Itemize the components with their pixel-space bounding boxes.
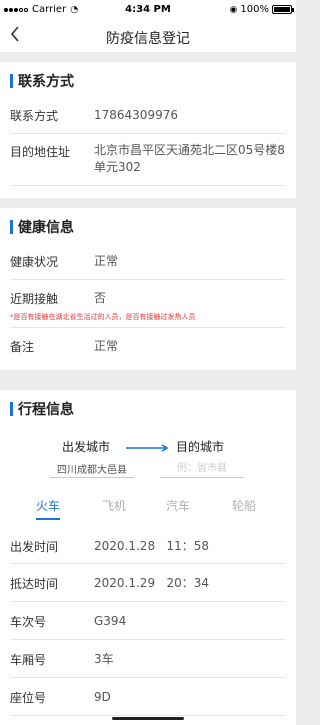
health-status-label: 健康状况: [10, 255, 59, 269]
note-value[interactable]: 正常: [94, 338, 286, 355]
arrive-time-value[interactable]: 2020.1.29 20：34: [94, 575, 286, 592]
recent-contact-row[interactable]: 近期接触 否 *是否有接触在湖北省生活过的人员，是否有接触过发热人员: [10, 280, 286, 328]
section-accent-bar: [10, 402, 13, 416]
recent-contact-value[interactable]: 否: [94, 290, 286, 307]
battery-percent: 100%: [240, 4, 269, 15]
trip-section-title: 行程信息: [18, 402, 74, 418]
seat-number-value[interactable]: 9D: [94, 689, 286, 706]
home-indicator[interactable]: [112, 717, 184, 720]
note-label: 备注: [10, 340, 35, 354]
contact-section-header: 联系方式: [10, 72, 74, 90]
car-number-row[interactable]: 车厢号 3车: [10, 640, 286, 678]
car-number-value[interactable]: 3车: [94, 651, 286, 668]
recent-contact-label: 近期接触: [10, 292, 59, 306]
phone-value[interactable]: 17864309976: [94, 107, 286, 124]
phone-label: 联系方式: [10, 109, 59, 123]
from-city-label: 出发城市: [62, 440, 111, 454]
contact-section: 联系方式 联系方式 17864309976 目的地住址 北京市昌平区天通苑北二区…: [0, 62, 296, 198]
recent-contact-hint: *是否有接触在湖北省生活过的人员，是否有接触过发热人员: [10, 313, 196, 321]
nav-bar: 防疫信息登记: [0, 20, 296, 52]
depart-time-label: 出发时间: [10, 540, 59, 554]
health-status-row[interactable]: 健康状况 正常: [10, 244, 286, 280]
arrive-time-row[interactable]: 抵达时间 2020.1.29 20：34: [10, 564, 286, 602]
address-row[interactable]: 目的地住址 北京市昌平区天通苑北二区05号楼8单元302: [10, 134, 286, 186]
health-section-title: 健康信息: [18, 220, 74, 236]
note-row[interactable]: 备注 正常: [10, 328, 286, 364]
to-city-input[interactable]: [160, 460, 244, 478]
tab-plane[interactable]: 飞机: [94, 496, 134, 520]
phone-row[interactable]: 联系方式 17864309976: [10, 98, 286, 134]
address-value[interactable]: 北京市昌平区天通苑北二区05号楼8单元302: [94, 142, 286, 176]
trip-section-header: 行程信息: [10, 400, 74, 418]
page-title: 防疫信息登记: [106, 31, 190, 47]
section-accent-bar: [10, 74, 13, 88]
arrive-time-label: 抵达时间: [10, 577, 59, 591]
tab-train[interactable]: 火车: [28, 496, 68, 520]
depart-time-value[interactable]: 2020.1.28 11：58: [94, 538, 286, 555]
tab-ship[interactable]: 轮船: [224, 496, 264, 520]
seat-number-row[interactable]: 座位号 9D: [10, 678, 286, 716]
from-city-input[interactable]: [50, 460, 134, 478]
tab-bus[interactable]: 汽车: [158, 496, 198, 520]
battery-icon: [272, 5, 294, 14]
route-selector: 出发城市 目的城市: [0, 434, 296, 484]
battery-info: ◉ 100%: [229, 4, 294, 15]
trip-section: 行程信息 出发城市 目的城市 火车 飞机 汽车 轮船 出发时间 2020.1.2…: [0, 390, 296, 725]
arrow-right-icon: [126, 444, 169, 452]
rotation-lock-icon: ◉: [229, 4, 238, 15]
health-status-value[interactable]: 正常: [94, 253, 286, 270]
train-number-row[interactable]: 车次号 G394: [10, 602, 286, 640]
seat-number-label: 座位号: [10, 691, 47, 705]
train-number-value[interactable]: G394: [94, 613, 286, 630]
to-city-label: 目的城市: [176, 440, 225, 454]
section-accent-bar: [10, 220, 13, 234]
car-number-label: 车厢号: [10, 653, 47, 667]
address-label: 目的地住址: [10, 145, 71, 159]
contact-section-title: 联系方式: [18, 74, 74, 90]
transport-tabs: 火车 飞机 汽车 轮船: [0, 496, 296, 522]
depart-time-row[interactable]: 出发时间 2020.1.28 11：58: [10, 528, 286, 564]
train-number-label: 车次号: [10, 615, 47, 629]
health-section-header: 健康信息: [10, 218, 74, 236]
status-bar: Carrier ◔ 4:34 PM ◉ 100%: [0, 0, 296, 20]
health-section: 健康信息 健康状况 正常 近期接触 否 *是否有接触在湖北省生活过的人员，是否有…: [0, 208, 296, 370]
